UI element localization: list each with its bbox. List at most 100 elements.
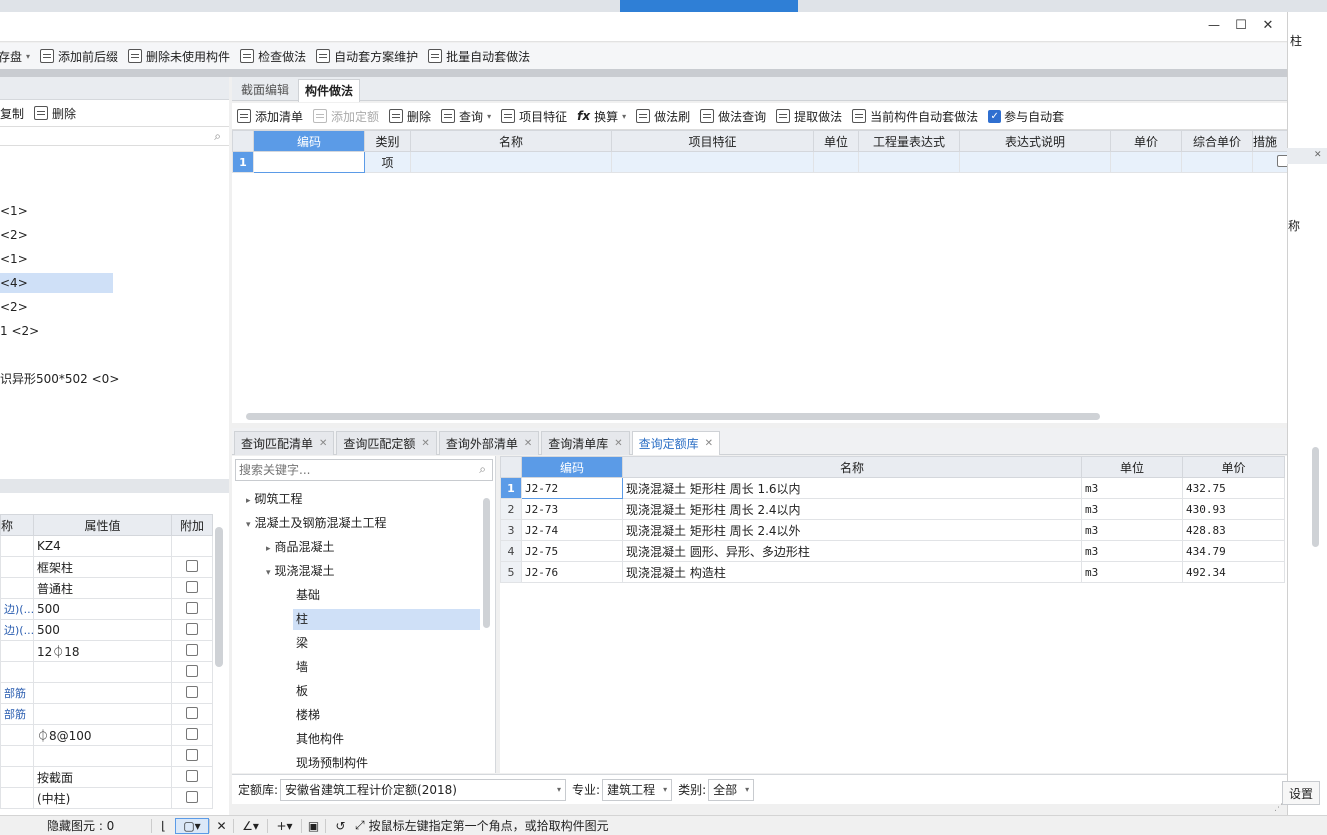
table-row[interactable]: 4 J2-75 现浇混凝土 圆形、异形、多边形柱 m3 434.79 — [500, 540, 1285, 562]
quota-cell-price[interactable]: 492.34 — [1182, 561, 1285, 583]
cell-measure[interactable] — [1252, 151, 1287, 173]
left-search[interactable]: ⌕ — [0, 126, 229, 146]
close-icon[interactable]: ✕ — [319, 438, 327, 449]
tree-item[interactable]: <2> — [0, 225, 28, 245]
table-row[interactable]: ⏀8@100 — [0, 724, 213, 746]
layer-icon[interactable]: ▣ — [301, 818, 325, 833]
quota-cell-unit[interactable]: m3 — [1081, 477, 1183, 499]
cell-total-price[interactable] — [1181, 151, 1253, 173]
prop-value[interactable]: 框架柱 — [33, 556, 172, 578]
quota-tree-scrollbar[interactable] — [483, 498, 490, 628]
tree-item[interactable]: 1 <2> — [0, 321, 39, 341]
expanded-arrow-icon[interactable]: ▾ — [246, 520, 251, 530]
prop-value[interactable]: 普通柱 — [33, 577, 172, 599]
right-scrollbar[interactable] — [1312, 447, 1319, 547]
settings-button[interactable]: 设置 — [1282, 781, 1320, 805]
cell-type[interactable]: 项 — [364, 151, 411, 173]
table-row[interactable]: 边)(... 500 — [0, 598, 213, 620]
collapsed-arrow-icon[interactable]: ▸ — [246, 496, 251, 506]
quota-cell-code[interactable]: J2-76 — [521, 561, 623, 583]
extra-checkbox[interactable] — [186, 643, 198, 656]
extra-checkbox[interactable] — [186, 685, 198, 698]
tree-item-selected[interactable]: <4> — [0, 273, 28, 293]
extra-checkbox[interactable] — [186, 706, 198, 719]
quota-cell-price[interactable]: 434.79 — [1182, 540, 1285, 562]
extra-checkbox[interactable] — [186, 622, 198, 635]
search-icon[interactable]: ⌕ — [479, 462, 486, 477]
copy-button[interactable]: 复制 — [0, 102, 29, 124]
quota-tree-item[interactable]: ▾ 现浇混凝土 — [266, 561, 335, 581]
quota-col-name[interactable]: 名称 — [622, 456, 1082, 478]
tree-item[interactable]: 识异形500*502 <0> — [0, 369, 119, 389]
cell-name[interactable] — [410, 151, 612, 173]
table-row[interactable]: 3 J2-74 现浇混凝土 矩形柱 周长 2.4以外 m3 428.83 — [500, 519, 1285, 541]
cell-expression[interactable] — [858, 151, 960, 173]
prop-value[interactable]: 按截面 — [33, 766, 172, 788]
quota-tree-item[interactable]: 柱 — [296, 609, 308, 629]
quota-cell-name[interactable]: 现浇混凝土 圆形、异形、多边形柱 — [622, 540, 1082, 562]
table-row[interactable]: 按截面 — [0, 766, 213, 788]
quota-cell-unit[interactable]: m3 — [1081, 561, 1183, 583]
tree-item[interactable]: <1> — [0, 201, 28, 221]
maximize-button[interactable]: ☐ — [1231, 18, 1251, 38]
close-icon[interactable]: ✕ — [524, 438, 532, 449]
col-feature[interactable]: 项目特征 — [611, 130, 814, 152]
col-unit-price[interactable]: 单价 — [1110, 130, 1182, 152]
col-type[interactable]: 类别 — [364, 130, 411, 152]
quota-cell-unit[interactable]: m3 — [1081, 498, 1183, 520]
auto-scheme-button[interactable]: 自动套方案维护 — [311, 45, 423, 67]
prop-value[interactable]: KZ4 — [33, 535, 172, 557]
extra-checkbox[interactable] — [186, 559, 198, 572]
check-method-button[interactable]: 检查做法 — [235, 45, 311, 67]
prop-value[interactable]: ⏀8@100 — [33, 724, 172, 746]
quota-cell-code[interactable]: J2-75 — [521, 540, 623, 562]
select-rect-icon[interactable]: ▢▾ — [175, 817, 209, 834]
close-icon[interactable]: ✕ — [614, 438, 622, 449]
quota-col-unit[interactable]: 单位 — [1081, 456, 1183, 478]
table-row[interactable]: KZ4 — [0, 535, 213, 557]
delete-button[interactable]: 删除 — [29, 102, 81, 124]
quota-cell-price[interactable]: 430.93 — [1182, 498, 1285, 520]
table-row[interactable] — [0, 745, 213, 767]
right-close-icon[interactable]: ✕ — [1314, 150, 1322, 160]
add-list-button[interactable]: 添加清单 — [232, 105, 308, 127]
tab-section-edit[interactable]: 截面编辑 — [234, 79, 296, 101]
cell-code[interactable] — [253, 151, 365, 173]
prop-value[interactable]: 12⏀18 — [33, 640, 172, 662]
cell-unit[interactable] — [813, 151, 859, 173]
col-measure[interactable]: 措施 — [1252, 130, 1287, 152]
cell-expression-desc[interactable] — [959, 151, 1111, 173]
tab-match-quota[interactable]: 查询匹配定额 ✕ — [336, 431, 437, 455]
prop-value[interactable] — [33, 703, 172, 725]
table-row[interactable]: (中柱) — [0, 787, 213, 809]
col-expression-desc[interactable]: 表达式说明 — [959, 130, 1111, 152]
quota-tree-item[interactable]: 其他构件 — [296, 729, 344, 749]
quota-col-price[interactable]: 单价 — [1182, 456, 1285, 478]
convert-button[interactable]: fx 换算 ▾ — [572, 105, 631, 127]
table-row[interactable]: 1 J2-72 现浇混凝土 矩形柱 周长 1.6以内 m3 432.75 — [500, 477, 1285, 499]
close-icon[interactable]: ✕ — [421, 438, 429, 449]
tab-list-library[interactable]: 查询清单库 ✕ — [541, 431, 630, 455]
method-hscrollbar[interactable] — [246, 413, 1100, 420]
quota-tree-item[interactable]: ▾ 混凝土及钢筋混凝土工程 — [246, 513, 387, 533]
extra-checkbox[interactable] — [186, 748, 198, 761]
prop-value[interactable] — [33, 745, 172, 767]
item-feature-button[interactable]: 项目特征 — [496, 105, 572, 127]
batch-auto-button[interactable]: 批量自动套做法 — [423, 45, 535, 67]
quota-col-code[interactable]: 编码 — [521, 456, 623, 478]
ortho-icon[interactable]: ⌊ — [151, 818, 175, 833]
method-delete-button[interactable]: 删除 — [384, 105, 436, 127]
minimize-button[interactable]: — — [1204, 18, 1224, 38]
table-row[interactable]: 边)(... 500 — [0, 619, 213, 641]
quota-tree-item[interactable]: 基础 — [296, 585, 320, 605]
quota-cell-price[interactable]: 428.83 — [1182, 519, 1285, 541]
table-row[interactable]: 2 J2-73 现浇混凝土 矩形柱 周长 2.4以内 m3 430.93 — [500, 498, 1285, 520]
table-row[interactable]: 12⏀18 — [0, 640, 213, 662]
expanded-arrow-icon[interactable]: ▾ — [266, 568, 271, 578]
quota-cell-name[interactable]: 现浇混凝土 矩形柱 周长 2.4以外 — [622, 519, 1082, 541]
col-total-price[interactable]: 综合单价 — [1181, 130, 1253, 152]
extra-checkbox[interactable] — [186, 580, 198, 593]
current-auto-button[interactable]: 当前构件自动套做法 — [847, 105, 983, 127]
tab-component-method[interactable]: 构件做法 — [298, 79, 360, 102]
quota-tree-item[interactable]: 现场预制构件 — [296, 753, 368, 773]
